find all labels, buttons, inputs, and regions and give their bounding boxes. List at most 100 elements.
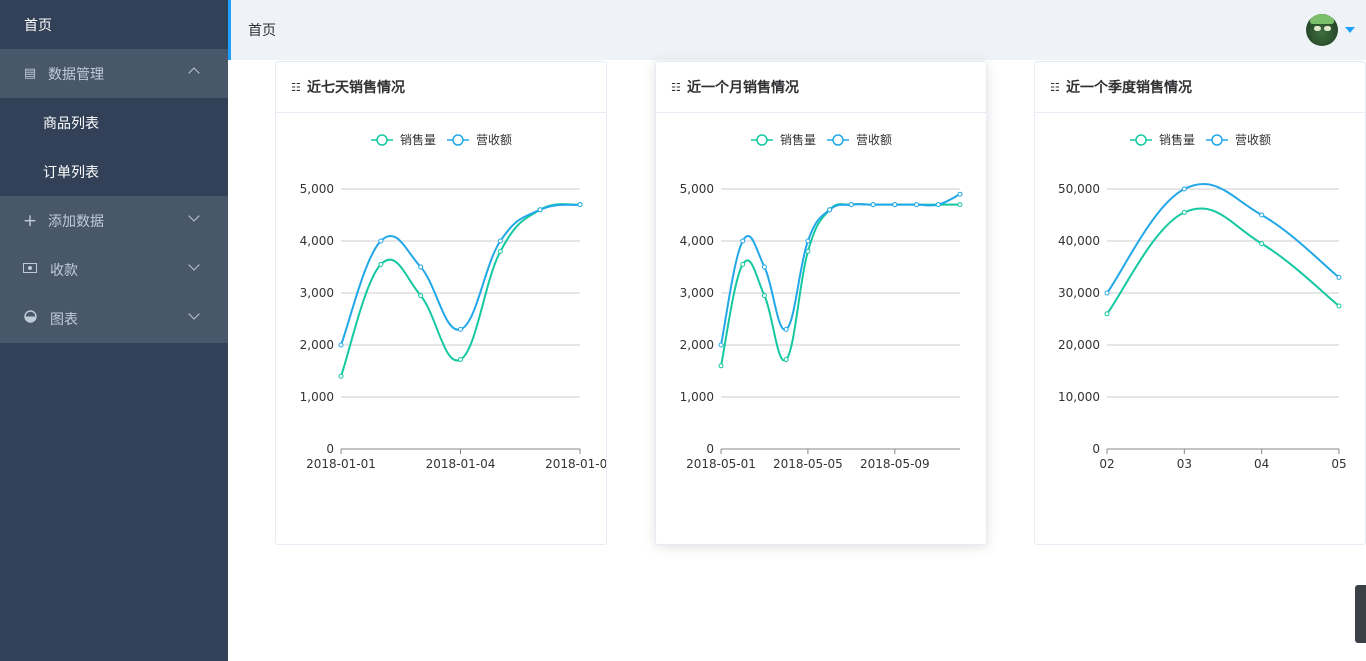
menu-item-order-list[interactable]: 订单列表 [0,147,228,196]
x-tick-label: 03 [1177,457,1192,471]
data-point [783,357,789,363]
series-line [340,203,581,377]
chevron-down-icon [188,210,200,222]
data-point [892,202,898,208]
line-chart-7days: 销售量 营收额 0 1,000 2,000 3,000 4,000 5,000 2018-01-… [300,132,606,471]
y-tick-label: 0 [1092,442,1100,456]
card-title: 近一个月销售情况 [687,80,799,96]
top-header: 首页 [228,0,1366,60]
legend-swatch-dot [376,134,388,146]
menu-group-payments[interactable]: 收款 [0,245,228,294]
x-tick-label: 2018-05-05 [773,457,843,471]
x-tick-label: 2018-01-01 [306,457,376,471]
sidebar: 首页 ▤ 数据管理 商品列表 订单列表 + 添加数据 收款 图表 [0,0,228,661]
breadcrumb[interactable]: 首页 [248,20,276,40]
x-tick-label: 05 [1331,457,1346,471]
y-tick-label: 5,000 [680,182,714,196]
menu-group-label: 收款 [50,262,78,279]
data-point [458,326,463,332]
legend-label: 销售量 [780,132,816,147]
data-point [957,202,963,208]
data-point [378,261,384,267]
data-point [718,342,724,348]
chart-legend: 销售量 营收额 [1130,132,1271,147]
data-point [1181,209,1187,215]
data-point [935,202,941,208]
chart-legend: 销售量 营收额 [751,132,892,147]
menu-group-data-management[interactable]: ▤ 数据管理 [0,49,228,98]
data-point [577,202,583,208]
data-point [1181,186,1187,192]
x-tick-label: 04 [1254,457,1269,471]
side-scroll-widget[interactable] [1355,585,1366,643]
data-point [1104,311,1110,317]
legend-swatch-dot [1135,134,1147,146]
data-point [497,248,503,254]
y-tick-label: 4,000 [300,234,334,248]
chart-card-quarter: ☷ 近一个季度销售情况 销售量 营收额 0 10,000 20,000 30,000 40,… [1034,61,1366,545]
series-line [720,203,960,367]
data-point [458,357,463,363]
data-point [1259,241,1265,247]
data-point [761,264,767,270]
card-title: 近一个季度销售情况 [1066,80,1192,96]
data-point [740,261,746,267]
plus-icon: + [22,210,38,231]
chart-card-month: ☷ 近一个月销售情况 销售量 营收额 0 1,000 2,000 3,000 4,000 5,… [655,61,987,545]
legend-label: 营收额 [1235,133,1271,147]
money-icon [22,262,38,277]
data-point [740,238,746,244]
menu-group-label: 添加数据 [48,213,104,230]
data-point [338,342,344,348]
data-point [805,248,811,254]
card-header: ☷ 近一个季度销售情况 [1035,62,1365,113]
legend-swatch-dot [452,134,464,146]
chart-legend: 销售量 营收额 [371,132,512,147]
data-point [827,207,833,213]
grid-icon: ☷ [291,80,301,94]
grid-icon: ☷ [1050,80,1060,94]
data-point [1104,290,1110,296]
data-point [1259,212,1265,218]
x-tick-label: 2018-05-01 [686,457,756,471]
y-tick-label: 0 [706,442,714,456]
data-point [497,238,503,244]
avatar-hat [1310,14,1334,24]
menu-item-product-list[interactable]: 商品列表 [0,98,228,147]
data-point [418,264,424,270]
card-title: 近七天销售情况 [307,80,405,96]
menu-group-add-data[interactable]: + 添加数据 [0,196,228,245]
legend-label: 销售量 [1159,132,1195,147]
legend-label: 营收额 [856,133,892,147]
x-tick-label: 2018-05-09 [860,457,930,471]
y-tick-label: 0 [326,442,334,456]
card-header: ☷ 近一个月销售情况 [656,62,986,113]
y-tick-label: 2,000 [300,338,334,352]
y-tick-label: 3,000 [300,286,334,300]
data-point [870,202,876,208]
caret-down-icon[interactable] [1345,27,1355,33]
data-point [1336,303,1342,309]
avatar[interactable] [1306,14,1338,46]
y-tick-label: 20,000 [1058,338,1100,352]
y-tick-label: 40,000 [1058,234,1100,248]
document-icon: ▤ [23,66,37,81]
legend-swatch-dot [1211,134,1223,146]
data-point [718,363,724,369]
data-point [418,293,424,299]
data-point [805,238,811,244]
card-header: ☷ 近七天销售情况 [276,62,606,113]
y-tick-label: 1,000 [300,390,334,404]
data-point [537,207,543,213]
menu-item-label: 商品列表 [43,115,99,132]
menu-group-charts[interactable]: 图表 [0,294,228,343]
avatar-eye [1314,26,1321,31]
y-tick-label: 10,000 [1058,390,1100,404]
y-tick-label: 30,000 [1058,286,1100,300]
menu-item-label: 订单列表 [43,164,99,181]
legend-swatch-dot [756,134,768,146]
y-tick-label: 1,000 [680,390,714,404]
menu-item-home[interactable]: 首页 [0,0,228,49]
data-point [783,326,789,332]
chevron-down-icon [188,308,200,320]
